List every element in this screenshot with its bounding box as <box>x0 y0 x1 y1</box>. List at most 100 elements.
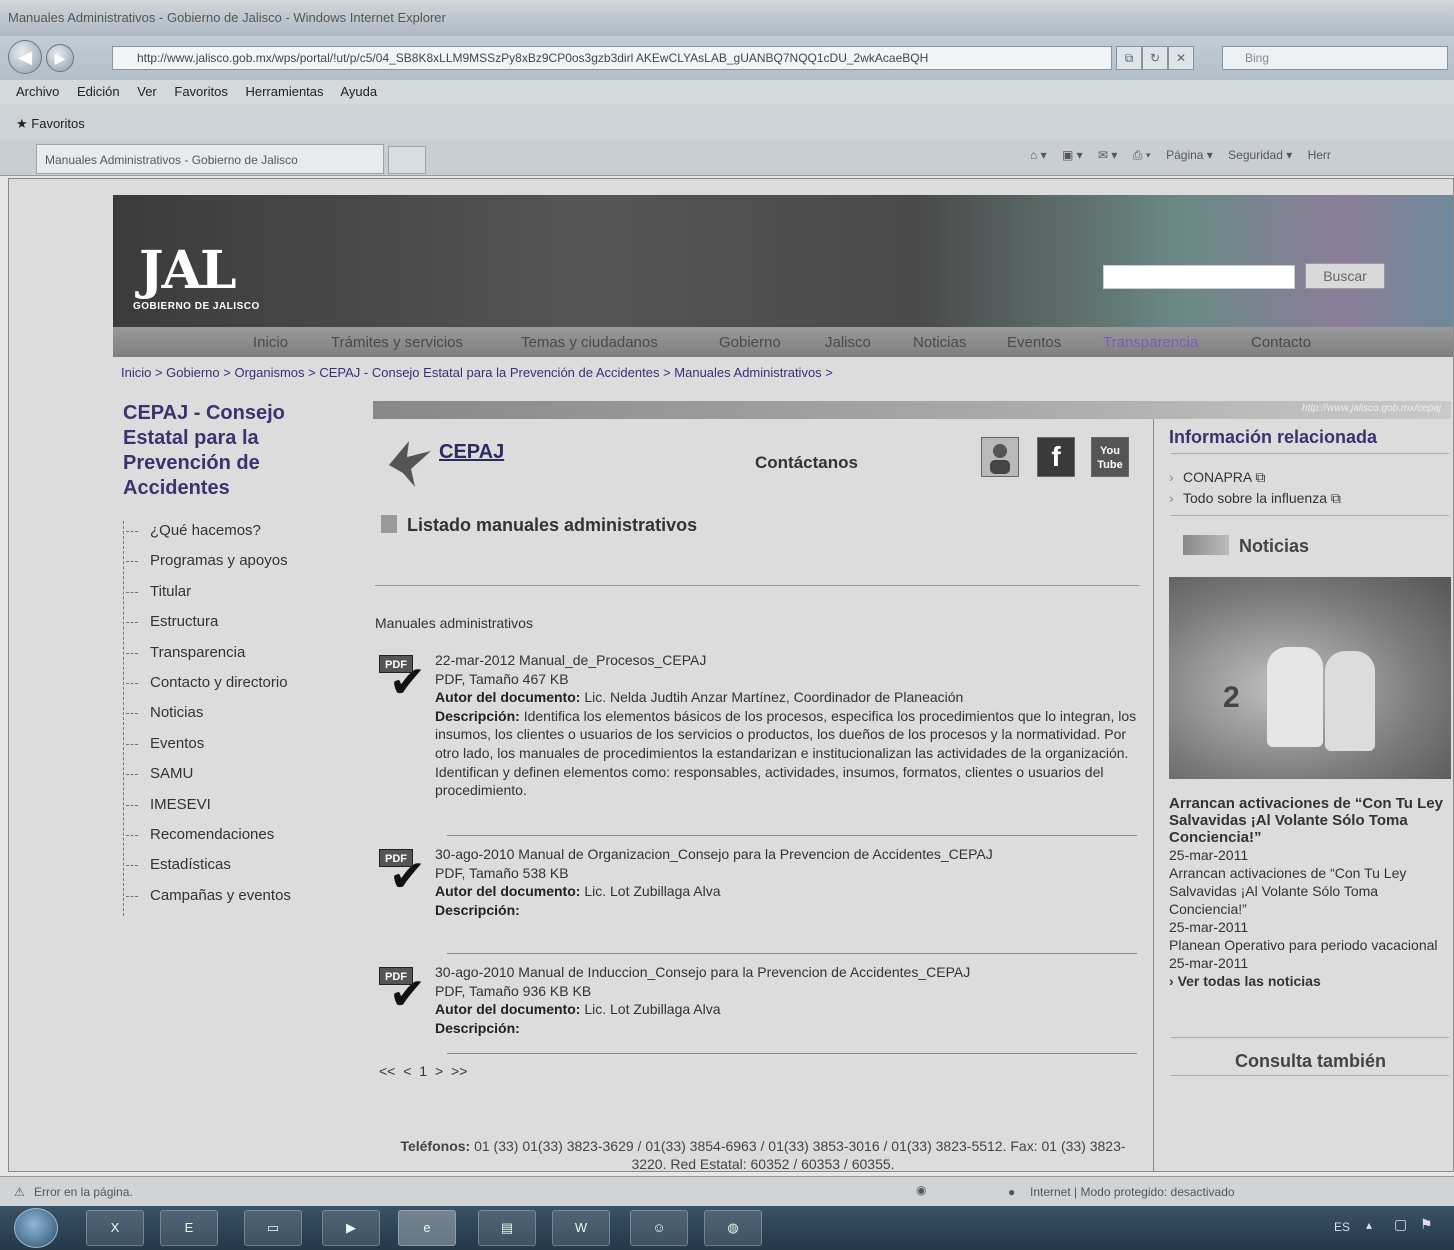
site-search-input[interactable] <box>1103 265 1295 289</box>
sidebar-item-noticias[interactable]: Noticias <box>124 703 343 733</box>
cepaj-emblem-icon <box>389 441 431 487</box>
see-all-news-link[interactable]: › Ver todas las noticias <box>1169 972 1451 990</box>
nav-noticias[interactable]: Noticias <box>913 334 966 351</box>
divider <box>1171 1037 1449 1038</box>
cepaj-logo-text: CEPAJ <box>439 441 505 463</box>
document-title[interactable]: 30-ago-2010 Manual de Organizacion_Conse… <box>435 845 1139 864</box>
sidebar-item-eventos[interactable]: Eventos <box>124 734 343 764</box>
page-menu[interactable]: Página ▾ <box>1166 148 1213 162</box>
news-icon <box>1183 535 1229 555</box>
stop-icon[interactable]: ✕ <box>1168 46 1194 70</box>
window-title-bar: Manuales Administrativos - Gobierno de J… <box>0 0 1454 36</box>
sidebar-item-transparencia[interactable]: Transparencia <box>124 643 343 673</box>
document-item[interactable]: ✔ PDF 22-mar-2012 Manual_de_Procesos_CEPA… <box>379 651 1139 800</box>
users-app-icon[interactable]: ☺ <box>630 1210 688 1246</box>
nav-transparencia[interactable]: Transparencia <box>1103 334 1198 351</box>
start-button[interactable] <box>14 1208 58 1248</box>
status-error-text[interactable]: Error en la página. <box>34 1185 133 1199</box>
menu-edicion[interactable]: Edición <box>77 84 120 99</box>
address-bar[interactable]: http://www.jalisco.gob.mx/wps/portal/!ut… <box>112 46 1112 70</box>
compat-view-icon[interactable]: ⧉ <box>1116 46 1142 70</box>
document-title[interactable]: 30-ago-2010 Manual de Induccion_Consejo … <box>435 963 1139 982</box>
nav-contacto[interactable]: Contacto <box>1251 334 1311 351</box>
sidebar-item-imesevi[interactable]: IMESEVI <box>124 795 343 825</box>
forward-button[interactable]: ▶ <box>46 44 74 72</box>
breadcrumb-text[interactable]: Inicio > Gobierno > Organismos > CEPAJ -… <box>121 365 833 380</box>
menu-favoritos[interactable]: Favoritos <box>174 84 227 99</box>
related-info-title: Información relacionada <box>1169 427 1378 447</box>
warning-icon[interactable]: ⚠ <box>14 1185 25 1199</box>
pdf-icon[interactable]: ✔ PDF <box>379 651 433 707</box>
pdf-icon[interactable]: ✔ PDF <box>379 963 433 1019</box>
menu-archivo[interactable]: Archivo <box>16 84 59 99</box>
security-menu[interactable]: Seguridad ▾ <box>1228 148 1292 162</box>
nav-tramites[interactable]: Trámites y servicios <box>331 334 463 351</box>
word-icon[interactable]: W <box>552 1210 610 1246</box>
nav-gobierno[interactable]: Gobierno <box>719 334 781 351</box>
news-item[interactable]: Planean Operativo para periodo vacaciona… <box>1169 936 1451 954</box>
news-item[interactable]: Arrancan activaciones de “Con Tu Ley Sal… <box>1169 864 1451 918</box>
status-bar: ⚠ Error en la página. ◉ ● Internet | Mod… <box>0 1176 1454 1206</box>
sidebar-item-recomendaciones[interactable]: Recomendaciones <box>124 825 343 855</box>
menu-ver[interactable]: Ver <box>137 84 157 99</box>
new-tab-button[interactable] <box>388 146 426 174</box>
document-item[interactable]: ✔ PDF 30-ago-2010 Manual de Induccion_Con… <box>379 963 1139 1037</box>
tray-flag-icon[interactable]: ⚑ <box>1420 1216 1433 1233</box>
document-description-row: Descripción: Identifica los elementos bá… <box>435 707 1137 799</box>
sidebar-item-programas[interactable]: Programas y apoyos <box>124 551 343 581</box>
zone-status[interactable]: Internet | Modo protegido: desactivado <box>1030 1185 1235 1199</box>
tray-arrow-icon[interactable]: ▴ <box>1366 1218 1372 1232</box>
document-app-icon[interactable]: ▤ <box>478 1210 536 1246</box>
mail-icon[interactable]: ✉ ▾ <box>1098 148 1117 162</box>
nav-jalisco[interactable]: Jalisco <box>825 334 871 351</box>
contact-link[interactable]: Contáctanos <box>755 453 858 473</box>
menu-ayuda[interactable]: Ayuda <box>340 84 377 99</box>
news-title: Noticias <box>1183 535 1309 557</box>
refresh-icon[interactable]: ↻ <box>1142 46 1168 70</box>
document-title[interactable]: 22-mar-2012 Manual_de_Procesos_CEPAJ <box>435 651 1139 670</box>
excel-icon[interactable]: X <box>86 1210 144 1246</box>
media-player-icon[interactable]: ▶ <box>322 1210 380 1246</box>
outlook-icon[interactable]: E <box>160 1210 218 1246</box>
cepaj-logo[interactable]: CEPAJ <box>381 435 531 491</box>
address-text: http://www.jalisco.gob.mx/wps/portal/!ut… <box>137 51 929 65</box>
app-icon[interactable]: ◍ <box>704 1210 762 1246</box>
sidebar-item-contacto[interactable]: Contacto y directorio <box>124 673 343 703</box>
site-search-button[interactable]: Buscar <box>1305 263 1385 289</box>
sidebar-item-estructura[interactable]: Estructura <box>124 612 343 642</box>
web-search-input[interactable]: Bing <box>1222 46 1448 70</box>
folder-icon[interactable]: ▭ <box>244 1210 302 1246</box>
youtube-icon[interactable]: You Tube <box>1091 437 1129 477</box>
jalisco-logo[interactable]: JAL GOBIERNO DE JALISCO <box>133 245 293 319</box>
language-indicator[interactable]: ES <box>1334 1220 1350 1234</box>
link-influenza[interactable]: Todo sobre la influenza ⧉ <box>1169 488 1451 509</box>
sidebar-item-estadisticas[interactable]: Estadísticas <box>124 855 343 885</box>
sidebar-item-titular[interactable]: Titular <box>124 582 343 612</box>
home-icon[interactable]: ⌂ ▾ <box>1030 148 1047 162</box>
menu-herramientas[interactable]: Herramientas <box>245 84 323 99</box>
feeds-icon[interactable]: ▣ ▾ <box>1062 148 1083 162</box>
tools-menu[interactable]: Herr <box>1308 148 1331 162</box>
back-button[interactable]: ◀ <box>8 40 42 74</box>
favorites-button[interactable]: Favoritos <box>31 116 84 131</box>
pdf-icon[interactable]: ✔ PDF <box>379 845 433 901</box>
nav-temas[interactable]: Temas y ciudadanos <box>521 334 658 351</box>
tab-current[interactable]: Manuales Administrativos - Gobierno de J… <box>36 144 384 174</box>
tray-network-icon[interactable]: ▢ <box>1394 1216 1407 1233</box>
privacy-icon[interactable]: ◉ <box>916 1183 926 1197</box>
sidebar-item-que-hacemos[interactable]: ¿Qué hacemos? <box>124 521 343 551</box>
print-icon[interactable]: ⎙ ▾ <box>1133 148 1151 162</box>
divider <box>447 1053 1137 1054</box>
facebook-icon[interactable]: f <box>1037 437 1075 477</box>
ie-icon[interactable]: e <box>398 1210 456 1246</box>
news-headline[interactable]: Arrancan activaciones de “Con Tu Ley Sal… <box>1169 795 1451 846</box>
link-conapra[interactable]: CONAPRA ⧉ <box>1169 467 1451 488</box>
pagination[interactable]: << < 1 > >> <box>379 1063 467 1079</box>
nav-eventos[interactable]: Eventos <box>1007 334 1061 351</box>
sidebar-item-campanas[interactable]: Campañas y eventos <box>124 886 343 916</box>
document-item[interactable]: ✔ PDF 30-ago-2010 Manual de Organizacion_… <box>379 845 1139 919</box>
news-photo[interactable]: 2 <box>1169 577 1451 779</box>
contact-person-icon[interactable] <box>981 437 1019 477</box>
sidebar-item-samu[interactable]: SAMU <box>124 764 343 794</box>
nav-inicio[interactable]: Inicio <box>253 334 288 351</box>
